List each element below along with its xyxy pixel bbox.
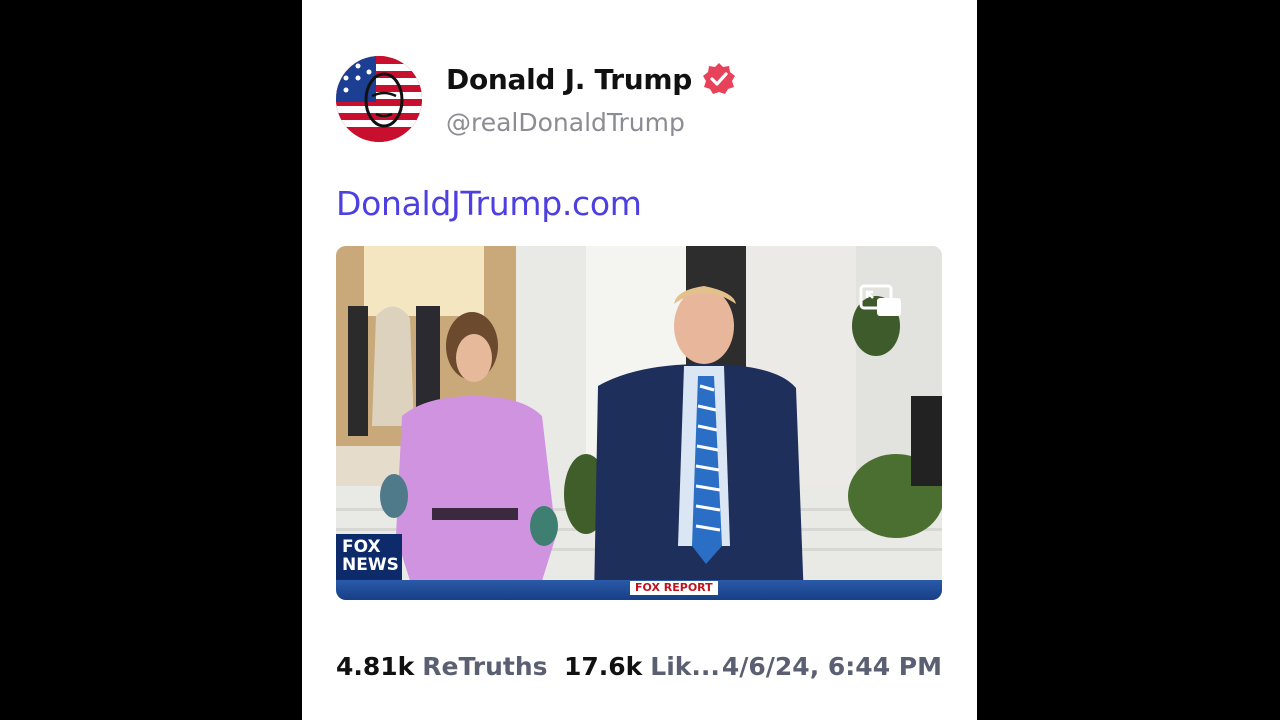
video-frame-scene xyxy=(336,246,942,600)
author-handle[interactable]: @realDonaldTrump xyxy=(446,108,685,137)
retruths-stat[interactable]: 4.81k ReTruths xyxy=(336,652,548,681)
retruths-count: 4.81k xyxy=(336,652,415,681)
post-timestamp[interactable]: 4/6/24, 6:44 PM xyxy=(722,652,942,681)
retruths-label: ReTruths xyxy=(422,652,548,681)
lower-third-label: FOX REPORT xyxy=(630,581,718,595)
network-logo: FOX NEWS xyxy=(336,534,402,586)
likes-label: Lik... xyxy=(650,652,720,681)
author-name[interactable]: Donald J. Trump xyxy=(446,63,692,96)
truth-post-card: Donald J. Trump @realDonaldTrump DonaldJ… xyxy=(302,0,977,720)
post-stats: 4.81k ReTruths 17.6k Lik... 4/6/24, 6:44… xyxy=(336,652,942,686)
picture-in-picture-icon[interactable] xyxy=(859,284,903,318)
verified-badge-icon xyxy=(702,62,736,96)
avatar[interactable] xyxy=(336,56,422,142)
video-player[interactable]: FOX NEWS FOX REPORT xyxy=(336,246,942,600)
likes-stat[interactable]: 17.6k Lik... xyxy=(564,652,720,681)
post-link[interactable]: DonaldJTrump.com xyxy=(336,184,642,223)
flag-portrait-avatar-image xyxy=(336,56,422,142)
author-row: Donald J. Trump xyxy=(446,62,736,96)
likes-count: 17.6k xyxy=(564,652,643,681)
